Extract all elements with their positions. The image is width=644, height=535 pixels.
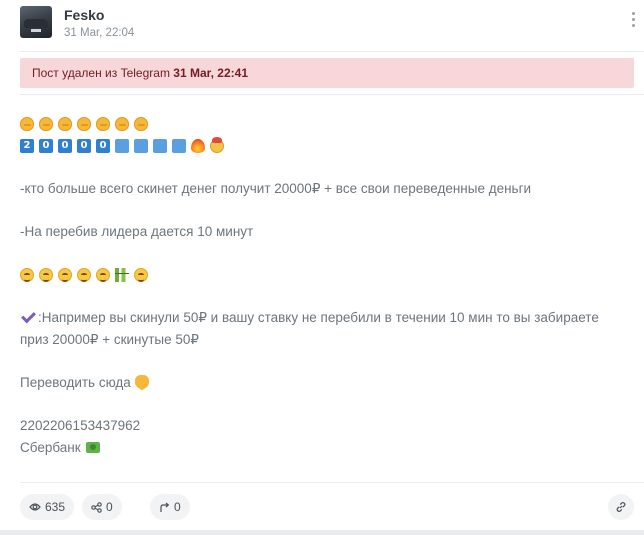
smile-emoji-icon [134,268,148,282]
post-footer: 635 0 0 [20,494,634,520]
bank-name: Сбербанк [20,440,81,455]
example-text-1: :Например вы скинули 50₽ и вашу ставку н… [38,310,599,325]
transfer-line: Переводить сюда [20,372,640,394]
abc-emoji-icon [172,139,186,153]
post-date: 31 Mar, 22:04 [64,27,135,39]
fire-emoji-icon [191,139,205,153]
keycap-emoji: 0 [77,139,91,153]
avatar-car-shape [24,19,48,28]
mind-blown-emoji-icon [210,137,224,153]
handshake-emoji-icon [20,117,34,131]
smile-emoji-icon [39,268,53,282]
eye-icon [29,503,41,511]
forward-button[interactable]: 0 [150,494,190,520]
emoji-row-handshakes [20,113,640,135]
divider [20,94,644,95]
handshake-emoji-icon [58,117,72,131]
abc-emoji-icon [115,139,129,153]
handshake-emoji-icon [115,117,129,131]
author-name[interactable]: Fesko [64,7,104,23]
post-content: 2 0 0 0 0 -кто больше всего скинет денег… [20,113,640,459]
abc-emoji-icon [153,139,167,153]
more-vertical-icon[interactable] [632,12,636,30]
pointing-down-icon [134,375,149,390]
keycap-emoji: 2 [20,139,34,153]
smile-emoji-icon [96,268,110,282]
divider [20,51,644,52]
bank-line: Сбербанк [20,437,640,459]
deleted-notice-date: 31 Mar, 22:41 [173,66,248,80]
share-icon [91,501,102,513]
emoji-row-keycaps: 2 0 0 0 0 [20,135,640,157]
share-button[interactable]: 0 [82,494,122,520]
keycap-emoji: 0 [58,139,72,153]
avatar-plate-shape [31,29,41,32]
handshake-emoji-icon [39,117,53,131]
handshake-emoji-icon [96,117,110,131]
copy-link-button[interactable] [608,494,634,520]
post-card: Fesko 31 Mar, 22:04 Пост удален из Teleg… [0,0,644,535]
smile-emoji-icon [58,268,72,282]
bottom-separator [0,530,644,535]
check-mark-icon [21,308,36,324]
keycap-emoji: 0 [39,139,53,153]
bamboo-emoji-icon [115,268,129,282]
abc-emoji-icon [134,139,148,153]
divider [20,482,644,483]
smile-emoji-icon [77,268,91,282]
forward-arrow-icon [160,502,170,512]
views-count: 635 [45,500,66,514]
example-line-1: :Например вы скинули 50₽ и вашу ставку н… [20,307,640,329]
account-number[interactable]: 2202206153437962 [20,415,640,437]
money-icon [85,442,100,453]
example-line-2: приз 20000₽ + скинутые 50₽ [20,332,199,347]
smile-emoji-icon [20,268,34,282]
emoji-row-smiles [20,264,640,286]
handshake-emoji-icon [77,117,91,131]
rule-line-2: -На перебив лидера дается 10 минут [20,224,254,239]
deleted-notice-text: Пост удален из Telegram [32,66,170,80]
views-counter[interactable]: 635 [20,494,75,520]
deleted-notice: Пост удален из Telegram 31 Mar, 22:41 [20,58,634,88]
shares-count: 0 [106,500,113,514]
handshake-emoji-icon [134,117,148,131]
forwards-count: 0 [174,500,181,514]
transfer-text: Переводить сюда [20,375,131,390]
avatar[interactable] [20,6,52,38]
keycap-emoji: 0 [96,139,110,153]
rule-line-1: -кто больше всего скинет денег получит 2… [20,181,532,196]
link-icon [616,501,626,513]
post-header: Fesko 31 Mar, 22:04 [20,6,644,42]
